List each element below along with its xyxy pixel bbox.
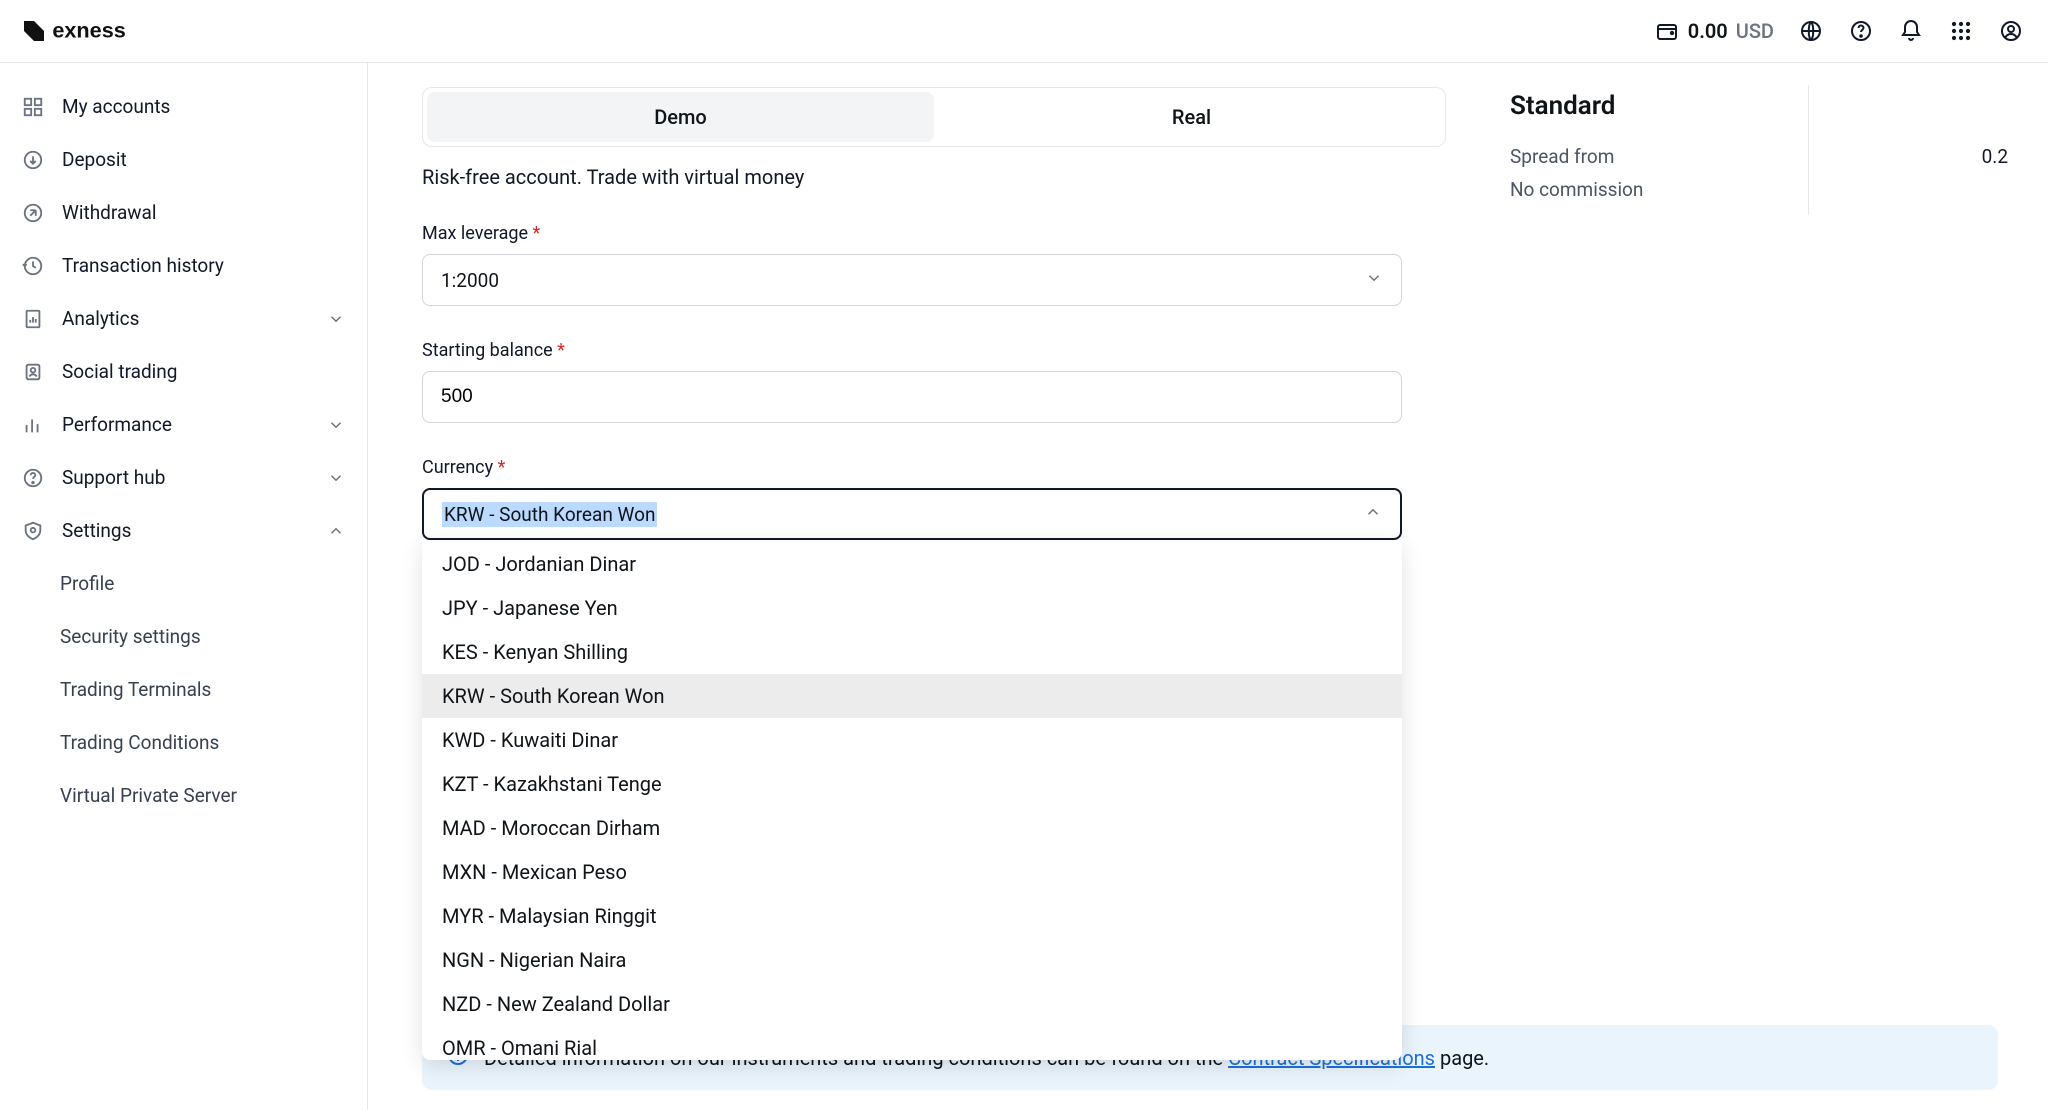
sidebar-item-label: Trading Conditions [60,731,219,754]
currency-option[interactable]: KRW - South Korean Won [422,674,1402,718]
currency-dropdown[interactable]: INR - Indian RupeeJOD - Jordanian DinarJ… [422,540,1402,1060]
sidebar-item-settings[interactable]: Settings [0,505,367,556]
arrow-up-right-circle-icon [22,202,44,224]
history-icon [22,255,44,277]
sidebar-item-transaction-history[interactable]: Transaction history [0,240,367,291]
svg-text:exness: exness [52,18,125,43]
sidebar-sub-profile[interactable]: Profile [0,558,367,609]
spread-label: Spread from [1510,145,1614,168]
tab-real[interactable]: Real [938,88,1445,146]
wallet-icon [1654,18,1680,44]
currency-option[interactable]: KWD - Kuwaiti Dinar [422,718,1402,762]
sidebar-item-label: Social trading [62,360,177,383]
chevron-up-icon [1364,503,1382,526]
currency-option[interactable]: OMR - Omani Rial [422,1026,1402,1060]
sidebar-item-label: Virtual Private Server [60,784,237,807]
currency-option[interactable]: KES - Kenyan Shilling [422,630,1402,674]
sidebar: My accounts Deposit Withdrawal Transacti… [0,63,368,1110]
balance-amount: 0.00 [1688,19,1728,43]
panel-title: Standard [1510,91,2008,121]
sidebar-item-label: Withdrawal [62,201,157,224]
sidebar-item-label: Analytics [62,307,139,330]
sidebar-item-analytics[interactable]: Analytics [0,293,367,344]
spread-row: Spread from 0.2 [1510,145,2008,168]
chevron-up-icon [327,522,345,540]
exness-logo[interactable]: exness [14,16,174,46]
tab-label: Real [1172,105,1211,129]
sidebar-sub-security-settings[interactable]: Security settings [0,611,367,662]
currency-value: KRW - South Korean Won [442,502,657,527]
sidebar-item-label: Trading Terminals [60,678,211,701]
currency-label: Currency * [422,457,1446,478]
sidebar-item-label: Security settings [60,625,201,648]
account-icon[interactable] [1998,18,2024,44]
form-area: Demo Real Risk-free account. Trade with … [368,63,1478,1110]
currency-option[interactable]: MYR - Malaysian Ringgit [422,894,1402,938]
sidebar-item-label: Support hub [62,466,165,489]
chevron-down-icon [327,469,345,487]
currency-select[interactable]: KRW - South Korean Won [422,488,1402,540]
account-summary-panel: Standard Spread from 0.2 No commission [1478,63,2048,1110]
bar-chart-icon [22,414,44,436]
currency-option[interactable]: MXN - Mexican Peso [422,850,1402,894]
currency-option[interactable]: NGN - Nigerian Naira [422,938,1402,982]
chevron-down-icon [327,416,345,434]
sidebar-sub-trading-terminals[interactable]: Trading Terminals [0,664,367,715]
chevron-down-icon [1365,269,1383,292]
sidebar-item-social-trading[interactable]: Social trading [0,346,367,397]
currency-option[interactable]: JPY - Japanese Yen [422,586,1402,630]
sidebar-item-label: Performance [62,413,172,436]
tab-description: Risk-free account. Trade with virtual mo… [422,165,1446,189]
currency-option[interactable]: NZD - New Zealand Dollar [422,982,1402,1026]
users-icon [22,361,44,383]
max-leverage-label: Max leverage * [422,223,1446,244]
tab-demo[interactable]: Demo [427,92,934,142]
account-type-tabs: Demo Real [422,87,1446,147]
commission-row: No commission [1510,178,2008,201]
apps-grid-icon[interactable] [1948,18,1974,44]
arrow-down-circle-icon [22,149,44,171]
help-icon[interactable] [1848,18,1874,44]
topbar: exness 0.00 USD [0,0,2048,63]
max-leverage-value: 1:2000 [441,269,499,292]
sidebar-item-deposit[interactable]: Deposit [0,134,367,185]
max-leverage-select[interactable]: 1:2000 [422,254,1402,306]
sidebar-item-withdrawal[interactable]: Withdrawal [0,187,367,238]
starting-balance-input[interactable] [441,386,1383,408]
grid-icon [22,96,44,118]
balance-currency: USD [1736,19,1774,43]
sidebar-sub-trading-conditions[interactable]: Trading Conditions [0,717,367,768]
starting-balance-label: Starting balance * [422,340,1446,361]
sidebar-item-label: Deposit [62,148,127,171]
currency-option[interactable]: MAD - Moroccan Dirham [422,806,1402,850]
shield-gear-icon [22,520,44,542]
sidebar-item-label: Profile [60,572,114,595]
starting-balance-input-wrap[interactable] [422,371,1402,423]
tab-label: Demo [654,105,707,129]
sidebar-item-support-hub[interactable]: Support hub [0,452,367,503]
sidebar-sub-vps[interactable]: Virtual Private Server [0,770,367,821]
sidebar-item-label: Transaction history [62,254,224,277]
chevron-down-icon [327,310,345,328]
file-chart-icon [22,308,44,330]
currency-option[interactable]: JOD - Jordanian Dinar [422,542,1402,586]
currency-option[interactable]: KZT - Kazakhstani Tenge [422,762,1402,806]
vertical-divider [1808,85,1809,215]
sidebar-item-my-accounts[interactable]: My accounts [0,81,367,132]
sidebar-item-label: My accounts [62,95,170,118]
commission-label: No commission [1510,178,1643,201]
help-circle-icon [22,467,44,489]
globe-icon[interactable] [1798,18,1824,44]
spread-value: 0.2 [1982,145,2008,168]
topbar-right: 0.00 USD [1654,18,2024,44]
balance-display[interactable]: 0.00 USD [1654,18,1774,44]
bell-icon[interactable] [1898,18,1924,44]
sidebar-item-label: Settings [62,519,131,542]
sidebar-item-performance[interactable]: Performance [0,399,367,450]
